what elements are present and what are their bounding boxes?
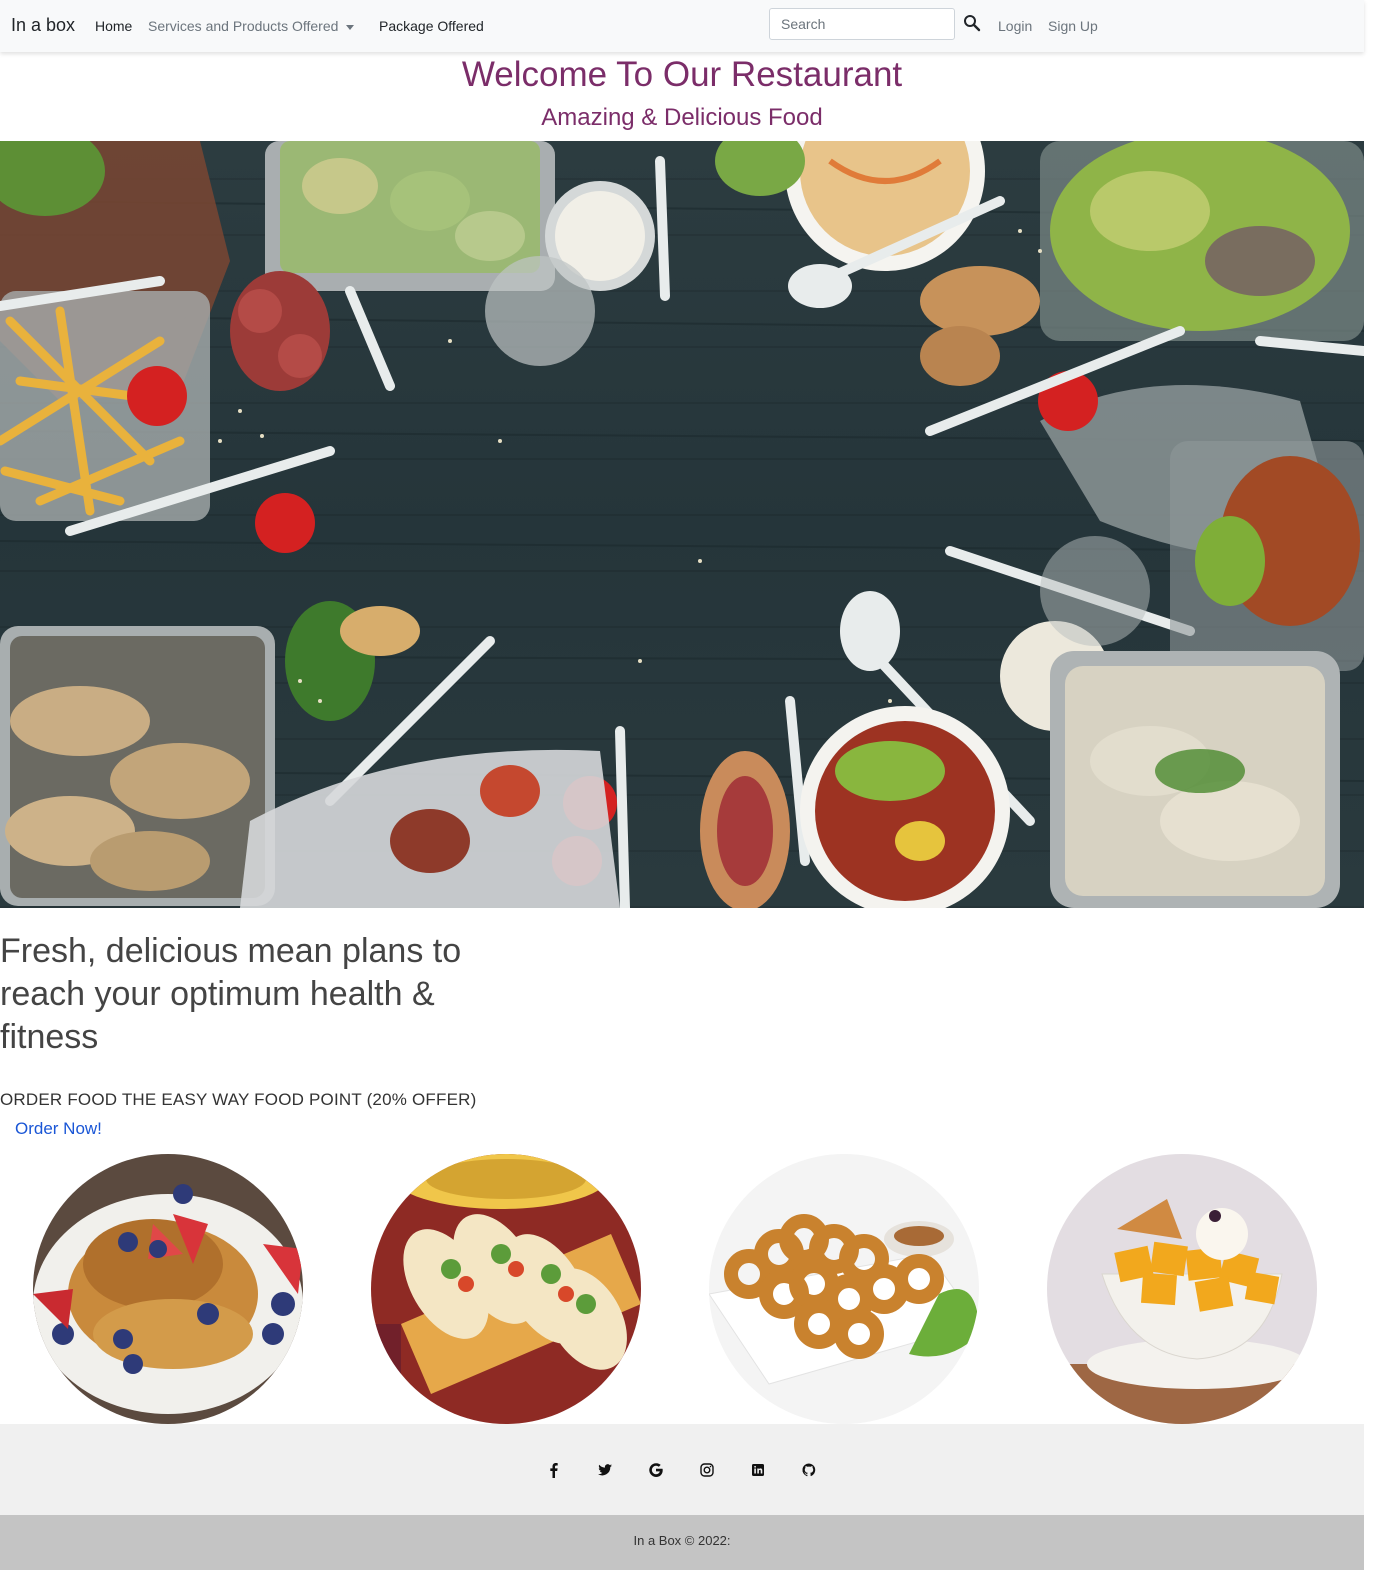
google-icon[interactable] [648,1462,664,1478]
nav-services-dropdown[interactable]: Services and Products Offered [148,18,355,34]
navbar: In a box Home Services and Products Offe… [0,0,1364,52]
tagline-heading: Fresh, delicious mean plans to reach you… [0,932,462,1056]
nav-services-label: Services and Products Offered [148,18,339,34]
order-now-link[interactable]: Order Now! [15,1119,102,1139]
food-image-mango-dessert [1047,1154,1317,1424]
login-link[interactable]: Login [998,18,1032,34]
food-image-tacos [371,1154,641,1424]
signup-link[interactable]: Sign Up [1048,18,1098,34]
nav-package-link[interactable]: Package Offered [379,18,484,34]
caret-down-icon [346,24,355,30]
nav-home-link[interactable]: Home [95,18,132,34]
hero-subtitle: Amazing & Delicious Food [541,104,823,131]
instagram-icon[interactable] [699,1462,715,1478]
hero-banner-image [0,141,1364,908]
social-footer [0,1424,1364,1515]
search-icon[interactable] [963,14,981,32]
food-image-onion-rings [709,1154,979,1424]
hero-title: Welcome To Our Restaurant [461,55,903,94]
facebook-icon[interactable] [546,1462,562,1478]
linkedin-icon[interactable] [750,1462,766,1478]
brand-logo[interactable]: In a box [11,15,75,36]
github-icon[interactable] [801,1462,817,1478]
search-input[interactable] [769,8,955,40]
food-image-french-toast [33,1154,303,1424]
offer-text: ORDER FOOD THE EASY WAY FOOD POINT (20% … [0,1090,477,1109]
twitter-icon[interactable] [597,1462,613,1478]
copyright-bar: In a Box © 2022: [0,1515,1364,1570]
copyright-text: In a Box © 2022: [633,1533,731,1548]
